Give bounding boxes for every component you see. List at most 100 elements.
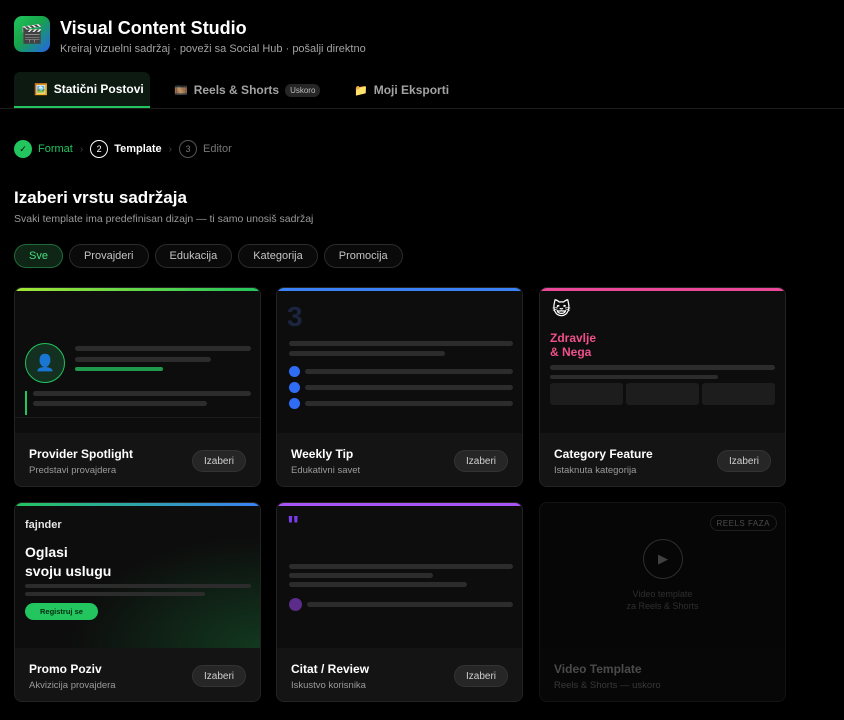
card-footer: Provider Spotlight Predstavi provajdera …	[15, 433, 260, 486]
step-editor: Editor	[203, 143, 232, 155]
brand-logo: fajnder	[25, 519, 62, 531]
placeholder-line	[33, 391, 251, 396]
step-separator: ›	[79, 143, 84, 155]
card-description: Istaknuta kategorija	[554, 465, 637, 476]
folder-icon: 📁	[354, 84, 368, 97]
step-number: 3	[179, 140, 198, 158]
card-description: Predstavi provajdera	[29, 465, 117, 476]
bullet-dot	[289, 382, 300, 393]
step-format[interactable]: Format	[38, 143, 73, 155]
app-header: 🎬 Visual Content Studio Kreiraj vizuelni…	[14, 16, 366, 55]
filter-chips: Sve Provajderi Edukacija Kategorija Prom…	[14, 244, 409, 268]
step-template: Template	[114, 143, 162, 155]
placeholder-line	[289, 582, 467, 587]
play-icon: ▶	[643, 539, 683, 579]
placeholder-line	[25, 584, 251, 588]
template-card-video: REELS FAZA ▶ Video template za Reels & S…	[539, 502, 786, 702]
placeholder-line	[550, 375, 718, 379]
card-preview: "	[277, 506, 522, 648]
filter-promotion[interactable]: Promocija	[323, 244, 403, 268]
card-description: Reels & Shorts — uskoro	[554, 680, 661, 691]
bullet-dot	[289, 366, 300, 377]
card-title: Weekly Tip	[291, 447, 354, 461]
coming-soon-badge: Uskoro	[285, 83, 321, 97]
placeholder-tile	[626, 383, 699, 405]
card-title: Video Template	[554, 662, 642, 676]
placeholder-line	[305, 385, 513, 390]
card-preview: 3	[277, 291, 522, 433]
section-title: Izaberi vrstu sadržaja	[14, 188, 187, 207]
category-emoji-icon: 😺	[552, 299, 571, 319]
step-number: 2	[90, 140, 109, 158]
select-button[interactable]: Izaberi	[453, 665, 508, 687]
tab-my-exports[interactable]: 📁 Moji Eksporti	[354, 72, 449, 108]
step-done-icon: ✓	[14, 140, 32, 158]
placeholder-line	[75, 357, 211, 362]
placeholder-line	[307, 602, 513, 607]
template-card-category-feature[interactable]: 😺 Zdravlje & Nega Category Feature Istak…	[539, 287, 786, 487]
placeholder-line	[289, 351, 445, 356]
bullet-dot	[289, 398, 300, 409]
tab-bar: 🖼️ Statični Postovi 🎞️ Reels & Shorts Us…	[0, 72, 844, 109]
select-button[interactable]: Izaberi	[191, 665, 246, 687]
select-button[interactable]: Izaberi	[716, 450, 771, 472]
app-subtitle: Kreiraj vizuelni sadržaj · poveži sa Soc…	[60, 43, 366, 55]
select-button[interactable]: Izaberi	[453, 450, 508, 472]
tip-number: 3	[287, 301, 303, 332]
card-footer: Citat / Review Iskustvo korisnika Izaber…	[277, 648, 522, 701]
video-note: Video template za Reels & Shorts	[626, 589, 699, 611]
placeholder-line	[289, 564, 513, 569]
tab-label: Statični Postovi	[53, 82, 144, 96]
tab-reels-shorts[interactable]: 🎞️ Reels & Shorts Uskoro	[174, 72, 321, 108]
category-preview-title: Zdravlje & Nega	[550, 331, 597, 359]
template-card-promo[interactable]: fajnder Oglasi svoju uslugu Registruj se…	[14, 502, 261, 702]
template-card-weekly-tip[interactable]: 3 Weekly Tip Edukativni savet Izaberi	[276, 287, 523, 487]
placeholder-line	[75, 346, 251, 351]
placeholder-line	[305, 401, 513, 406]
placeholder-line	[75, 367, 163, 371]
card-title: Citat / Review	[291, 662, 370, 676]
template-card-provider-spotlight[interactable]: 👤 Provider Spotlight Predstavi provajder…	[14, 287, 261, 487]
placeholder-line	[289, 341, 513, 346]
promo-preview-title: Oglasi svoju uslugu	[25, 544, 112, 579]
quote-icon: "	[287, 510, 300, 540]
quote-accent-bar	[25, 391, 27, 415]
author-avatar	[289, 598, 302, 611]
card-description: Akvizicija provajdera	[29, 680, 116, 691]
filter-education[interactable]: Edukacija	[154, 244, 233, 268]
stepper: ✓ Format › 2 Template › 3 Editor	[14, 140, 232, 158]
card-description: Edukativni savet	[291, 465, 361, 476]
register-cta: Registruj se	[25, 603, 98, 620]
reels-phase-badge: REELS FAZA	[709, 515, 777, 531]
filter-category[interactable]: Kategorija	[238, 244, 318, 268]
card-footer: Video Template Reels & Shorts — uskoro	[540, 648, 785, 701]
tab-label: Reels & Shorts	[193, 83, 280, 97]
tab-static-posts[interactable]: 🖼️ Statični Postovi	[14, 72, 150, 108]
filter-all[interactable]: Sve	[14, 244, 63, 268]
image-icon: 🖼️	[34, 83, 48, 96]
tab-label: Moji Eksporti	[373, 83, 450, 97]
card-description: Iskustvo korisnika	[291, 680, 366, 691]
card-footer: Promo Poziv Akvizicija provajdera Izaber…	[15, 648, 260, 701]
select-button[interactable]: Izaberi	[191, 450, 246, 472]
step-separator: ›	[168, 143, 173, 155]
card-preview: 😺 Zdravlje & Nega	[540, 291, 785, 433]
clapperboard-icon: 🎬	[14, 16, 50, 52]
placeholder-line	[305, 369, 513, 374]
placeholder-line	[33, 401, 207, 406]
placeholder-line	[289, 573, 433, 578]
template-card-quote-review[interactable]: " Citat / Review Iskustvo korisnika Izab…	[276, 502, 523, 702]
card-preview: fajnder Oglasi svoju uslugu Registruj se	[15, 506, 260, 648]
card-preview: 👤	[15, 291, 260, 433]
app-title: Visual Content Studio	[60, 18, 247, 38]
placeholder-line	[550, 365, 775, 370]
film-icon: 🎞️	[174, 84, 188, 97]
divider	[15, 417, 260, 418]
card-title: Promo Poziv	[29, 662, 102, 676]
filter-providers[interactable]: Provajderi	[68, 244, 149, 268]
placeholder-tile	[702, 383, 775, 405]
card-footer: Category Feature Istaknuta kategorija Iz…	[540, 433, 785, 486]
section-subtitle: Svaki template ima predefinisan dizajn —…	[14, 213, 314, 225]
placeholder-tile	[550, 383, 623, 405]
card-preview: REELS FAZA ▶ Video template za Reels & S…	[540, 506, 785, 648]
